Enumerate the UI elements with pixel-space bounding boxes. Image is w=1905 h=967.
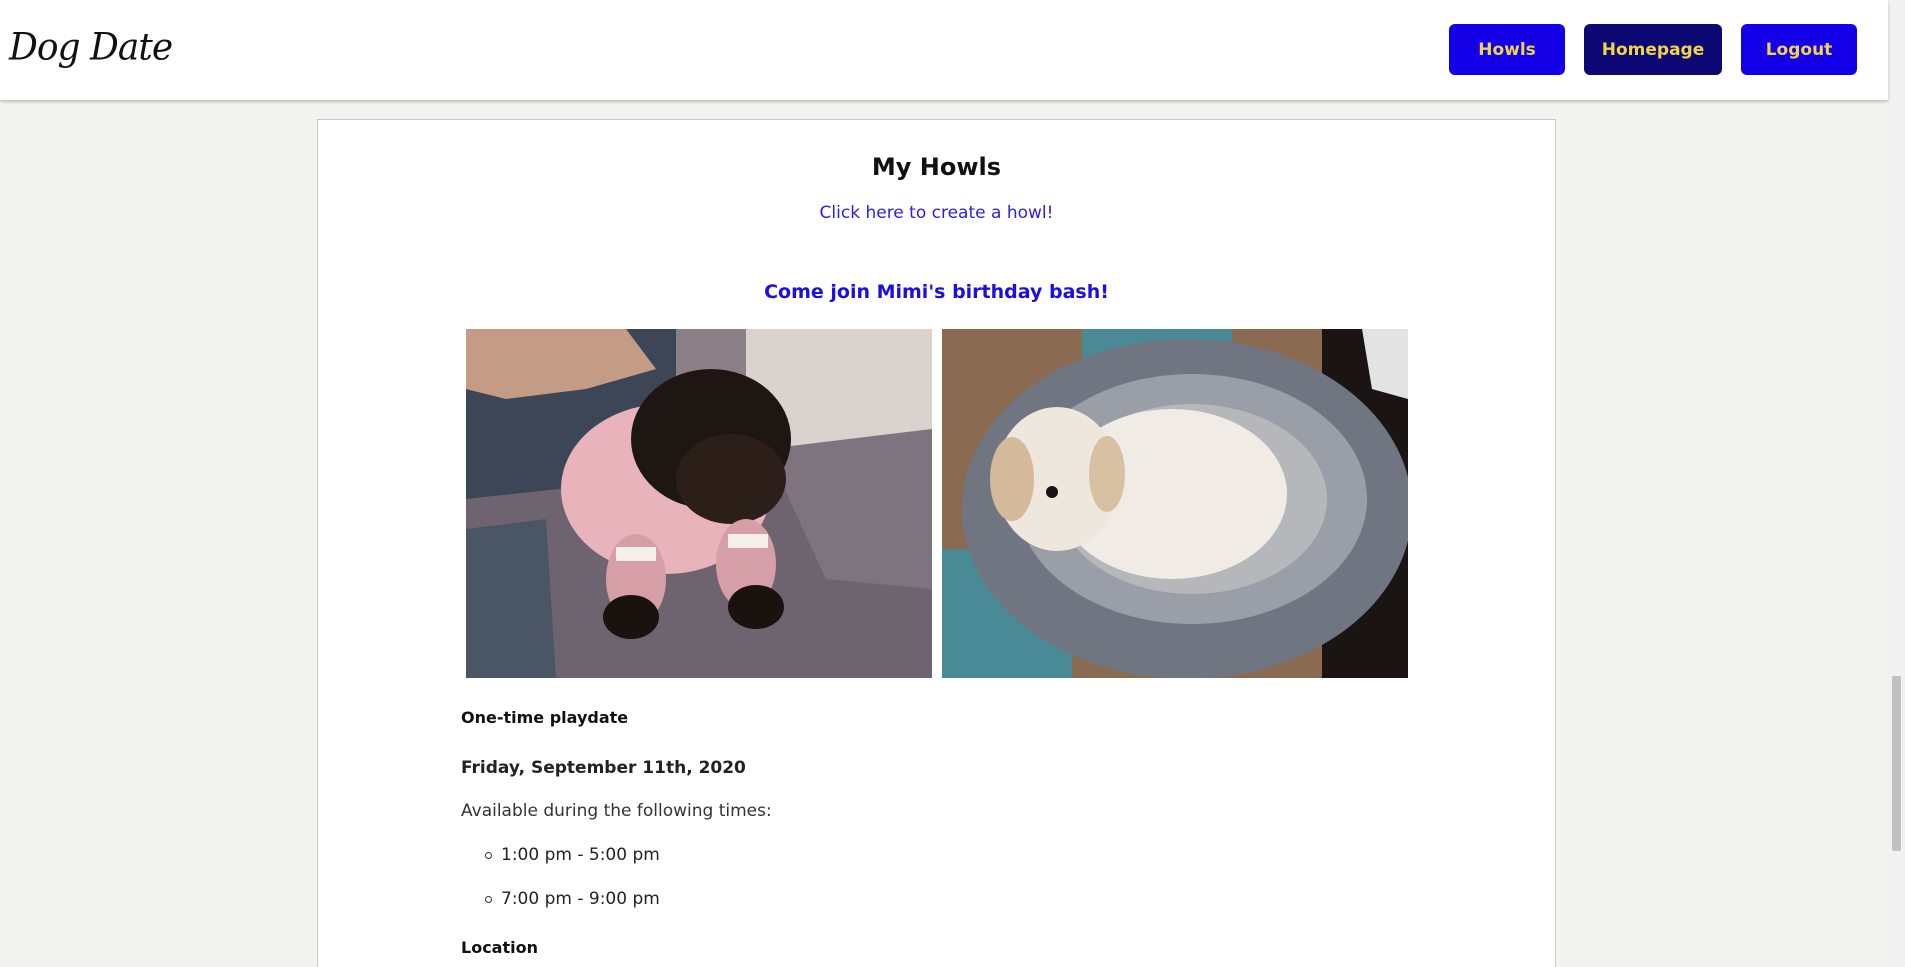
homepage-button[interactable]: Homepage	[1584, 24, 1722, 75]
howls-button[interactable]: Howls	[1449, 24, 1565, 75]
page-scrollbar[interactable]	[1888, 0, 1905, 967]
top-navbar: Dog Date Howls Homepage Logout	[0, 0, 1888, 100]
my-howls-card: My Howls Click here to create a howl! Co…	[317, 119, 1556, 967]
location-label: Location	[461, 938, 538, 957]
howl-type: One-time playdate	[461, 708, 629, 727]
create-howl-link[interactable]: Click here to create a howl!	[318, 203, 1555, 223]
logout-button[interactable]: Logout	[1741, 24, 1857, 75]
dog-photo-black-dog	[466, 329, 932, 678]
howl-title[interactable]: Come join Mimi's birthday bash!	[318, 281, 1555, 303]
dog-photo-white-dog	[942, 329, 1408, 678]
time-slot: 7:00 pm - 9:00 pm	[485, 889, 660, 909]
availability-label: Available during the following times:	[461, 801, 772, 821]
time-slot: 1:00 pm - 5:00 pm	[485, 845, 660, 865]
howl-date: Friday, September 11th, 2020	[461, 758, 746, 778]
page-title: My Howls	[871, 153, 1002, 181]
dog-date-logo[interactable]: Dog Date	[9, 26, 173, 69]
scrollbar-thumb[interactable]	[1892, 676, 1901, 851]
